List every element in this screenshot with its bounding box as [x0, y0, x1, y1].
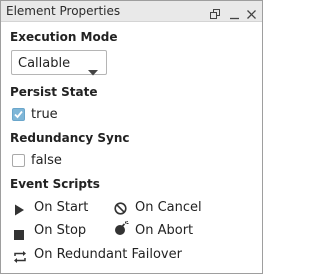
chevron-down-icon [88, 61, 98, 80]
cancel-icon [114, 200, 127, 219]
restore-window-icon[interactable] [210, 5, 221, 24]
close-icon[interactable] [246, 5, 257, 24]
on-abort-link[interactable]: On Abort [135, 223, 193, 238]
persist-state-checkbox[interactable] [12, 108, 25, 121]
panel-title: Element Properties [6, 4, 121, 18]
minimize-icon[interactable] [229, 5, 240, 24]
element-properties-panel: Element Properties Execution Mode Callab… [0, 0, 263, 274]
failover-icon [13, 248, 27, 267]
stop-icon [14, 225, 24, 244]
checkmark-icon [14, 110, 23, 119]
persist-state-value: true [31, 107, 58, 122]
redundancy-sync-label: Redundancy Sync [10, 131, 130, 145]
panel-titlebar: Element Properties [1, 1, 262, 22]
execution-mode-value: Callable [18, 56, 71, 71]
redundancy-sync-value: false [31, 153, 62, 168]
on-start-link[interactable]: On Start [34, 200, 88, 215]
play-icon [14, 201, 25, 220]
on-cancel-link[interactable]: On Cancel [135, 200, 202, 215]
execution-mode-label: Execution Mode [10, 30, 118, 44]
redundancy-sync-checkbox[interactable] [12, 154, 25, 167]
event-scripts-label: Event Scripts [10, 177, 100, 191]
on-redundant-failover-link[interactable]: On Redundant Failover [34, 247, 182, 262]
bomb-icon [114, 220, 129, 240]
on-stop-link[interactable]: On Stop [34, 223, 86, 238]
execution-mode-dropdown[interactable]: Callable [11, 50, 107, 76]
persist-state-label: Persist State [10, 85, 98, 99]
